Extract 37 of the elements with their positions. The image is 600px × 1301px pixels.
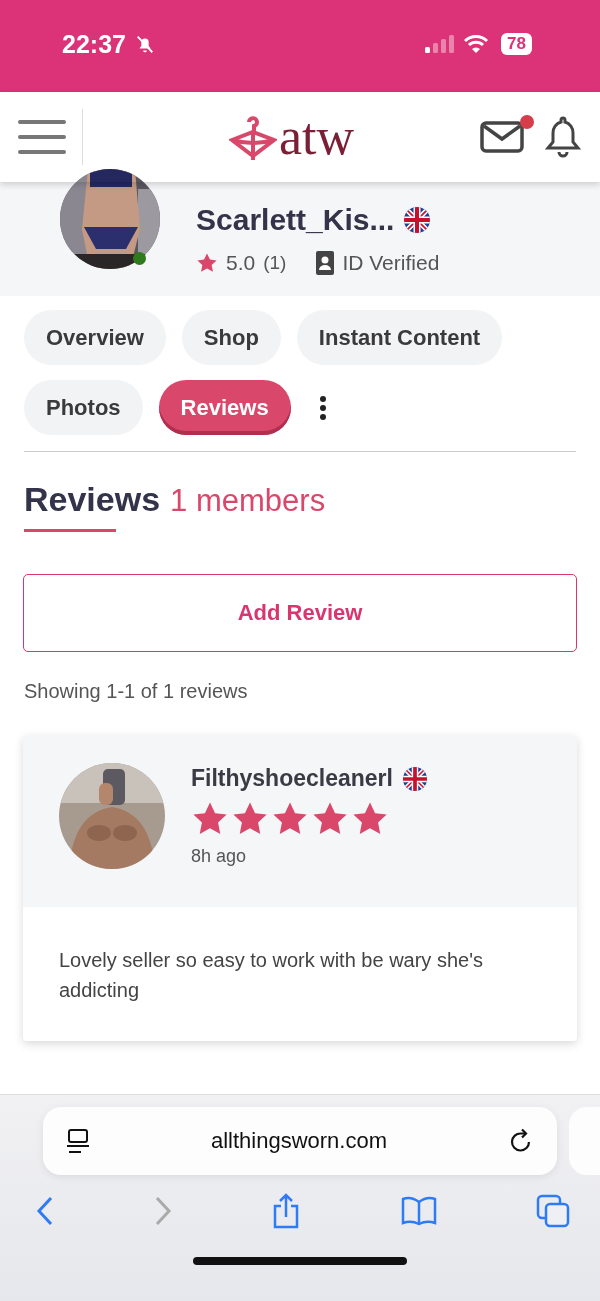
more-options-icon[interactable] <box>318 394 327 421</box>
section-title: Reviews <box>24 480 161 519</box>
rating-value: 5.0 <box>226 251 256 275</box>
profile-tab[interactable]: Photos <box>24 380 143 435</box>
menu-icon[interactable] <box>18 119 66 155</box>
verification-status: ID Verified <box>342 251 440 275</box>
reload-icon[interactable] <box>509 1128 533 1154</box>
bell-icon[interactable] <box>544 115 582 159</box>
uk-flag-icon <box>404 207 431 233</box>
profile-tab[interactable]: Overview <box>24 310 166 365</box>
logo-text[interactable]: atw <box>278 111 355 163</box>
wifi-icon <box>463 34 490 54</box>
add-review-button[interactable]: Add Review <box>23 574 577 652</box>
page-menu-icon[interactable] <box>67 1128 89 1154</box>
profile-tab[interactable]: Reviews <box>158 380 291 435</box>
review-text: Lovely seller so easy to work with be wary she's addicting <box>23 907 577 1041</box>
url-text: allthingsworn.com <box>210 1128 388 1154</box>
rating-count: (1) <box>263 252 287 274</box>
clock: 22:37 <box>62 29 126 59</box>
back-icon[interactable] <box>36 1196 54 1226</box>
username: Scarlett_Kis... <box>196 203 395 237</box>
signal-icon <box>425 35 456 53</box>
tabs-icon[interactable] <box>536 1194 570 1228</box>
id-card-icon <box>316 251 335 275</box>
address-bar[interactable]: allthingsworn.com <box>43 1107 557 1175</box>
bookmarks-icon[interactable] <box>400 1196 437 1226</box>
review-time: 8h ago <box>191 846 248 867</box>
member-count: 1 members <box>170 483 326 519</box>
envelope-icon[interactable] <box>480 121 524 153</box>
results-summary: Showing 1-1 of 1 reviews <box>24 680 249 703</box>
profile-tab[interactable]: Instant Content <box>296 310 503 365</box>
profile-tab[interactable]: Shop <box>181 310 281 365</box>
share-icon[interactable] <box>271 1193 301 1229</box>
battery-indicator: 78 <box>501 33 532 55</box>
star-icon <box>196 252 218 274</box>
reviewer-name: Filthyshoecleanerl <box>191 765 393 792</box>
uk-flag-icon <box>402 766 427 791</box>
